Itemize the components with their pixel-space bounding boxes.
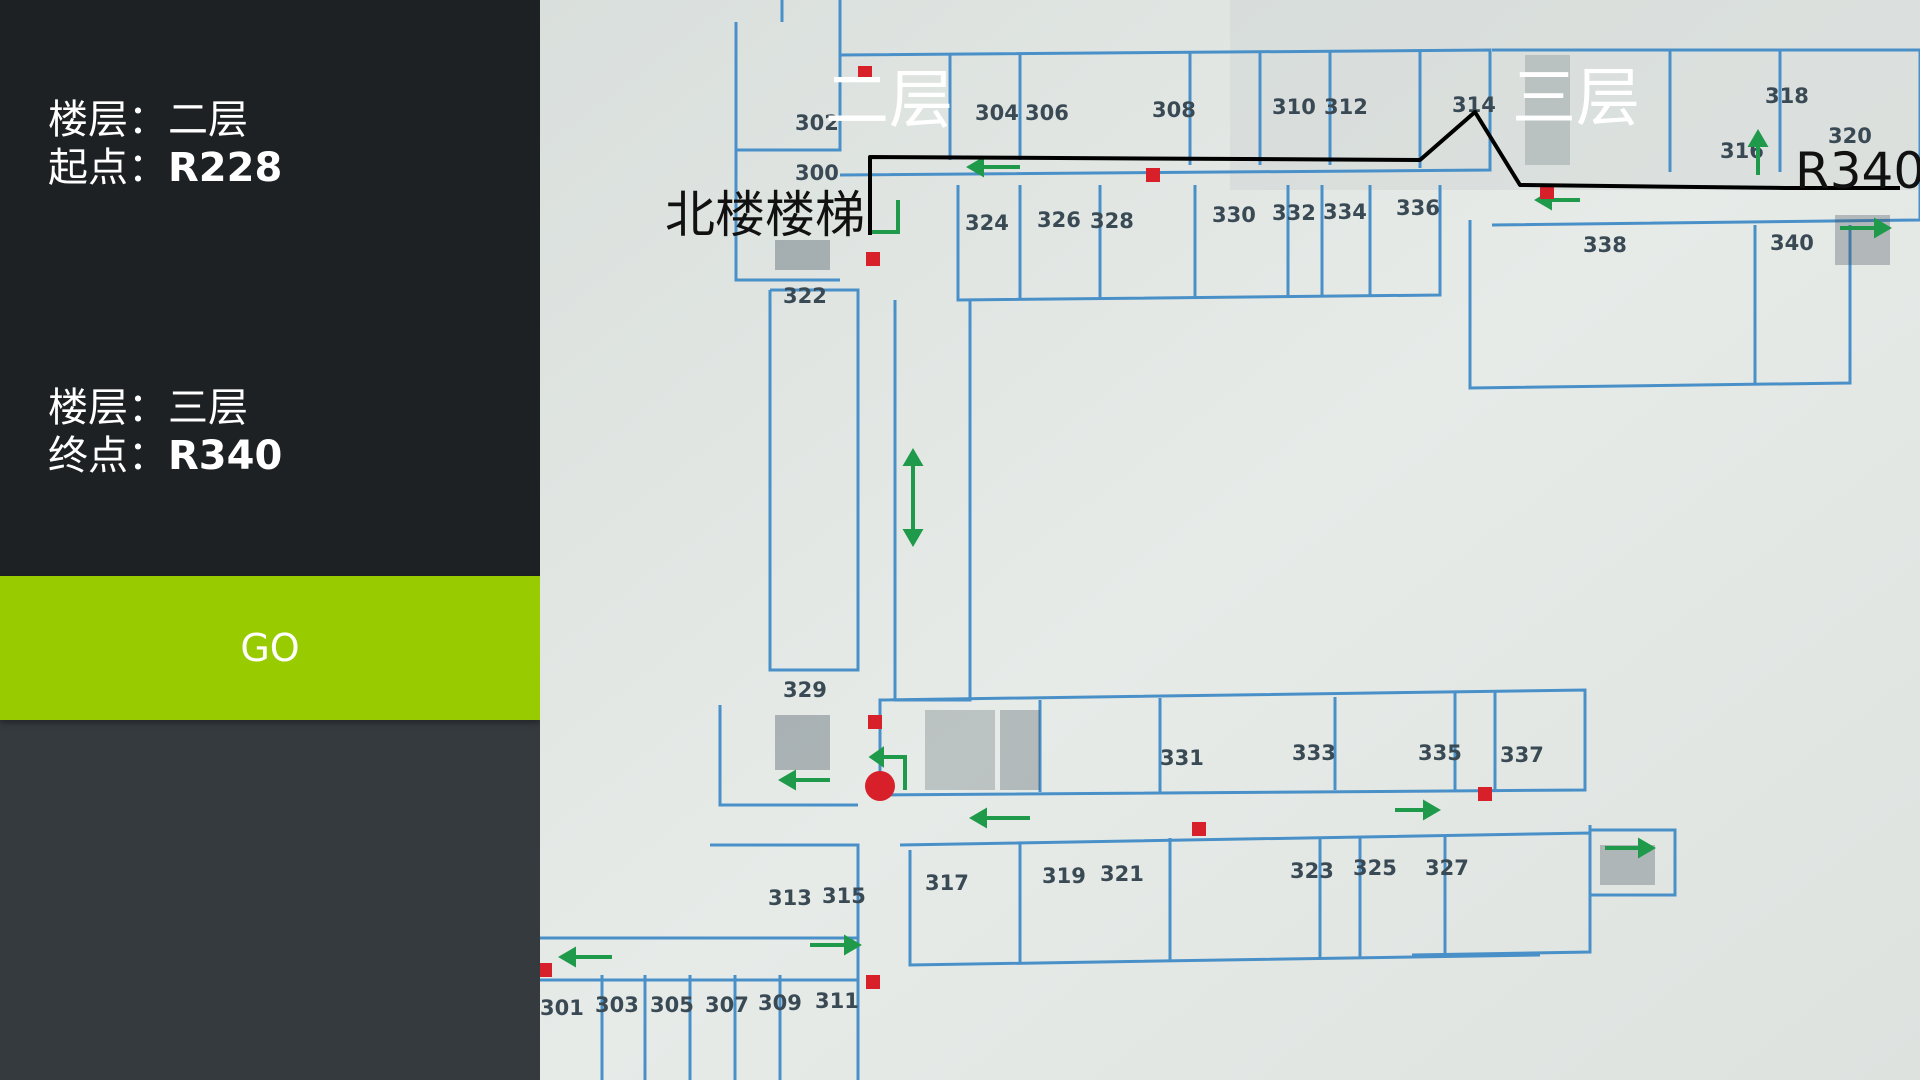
room-label: 324 — [965, 211, 1009, 235]
start-point-label: 起点： — [48, 145, 168, 191]
start-info-panel: 楼层：二层 起点：R228 — [0, 0, 540, 288]
floor-from-label: 二层 — [825, 64, 953, 138]
room-label: 301 — [540, 996, 584, 1020]
room-label: 333 — [1292, 741, 1336, 765]
room-label: 304 — [975, 101, 1019, 125]
room-label: 332 — [1272, 201, 1316, 225]
room-label: 300 — [795, 161, 839, 185]
start-floor-label: 楼层： — [48, 97, 168, 143]
room-label: 303 — [595, 993, 639, 1017]
room-label: 321 — [1100, 862, 1144, 886]
room-label: 331 — [1160, 746, 1204, 770]
current-location-marker — [865, 771, 895, 801]
start-point-row: 起点：R228 — [48, 144, 282, 192]
room-label: 313 — [768, 886, 812, 910]
room-label: 308 — [1152, 98, 1196, 122]
room-label: 328 — [1090, 209, 1134, 233]
room-label: 311 — [815, 989, 859, 1013]
room-label: 322 — [783, 284, 827, 308]
room-label: 326 — [1037, 208, 1081, 232]
room-label: 329 — [783, 678, 827, 702]
room-label: 338 — [1583, 233, 1627, 257]
start-floor-row: 楼层：二层 — [48, 96, 248, 144]
floor-plan-svg: 302 300 304 306 308 310 312 314 318 320 … — [540, 0, 1920, 1080]
room-label: 334 — [1323, 200, 1367, 224]
end-point-value: R340 — [168, 433, 283, 479]
stair-label: 北楼楼梯 — [665, 186, 865, 244]
room-label: 327 — [1425, 856, 1469, 880]
room-label: 315 — [822, 884, 866, 908]
end-point-row: 终点：R340 — [48, 432, 282, 480]
room-label: 309 — [758, 991, 802, 1015]
end-point-label: 终点： — [48, 433, 168, 479]
end-floor-value: 三层 — [168, 385, 248, 431]
end-floor-label: 楼层： — [48, 385, 168, 431]
floor-to-label: 三层 — [1512, 62, 1640, 136]
room-label: 312 — [1324, 95, 1368, 119]
room-label: 337 — [1500, 743, 1544, 767]
room-label: 340 — [1770, 231, 1814, 255]
room-label: 306 — [1025, 101, 1069, 125]
room-label: 307 — [705, 993, 749, 1017]
start-floor-value: 二层 — [168, 97, 248, 143]
room-label: 325 — [1353, 856, 1397, 880]
floor-plan-camera-view[interactable]: 302 300 304 306 308 310 312 314 318 320 … — [540, 0, 1920, 1080]
end-info-panel: 楼层：三层 终点：R340 — [0, 288, 540, 576]
start-point-value: R228 — [168, 145, 283, 191]
side-panel: 楼层：二层 起点：R228 楼层：三层 终点：R340 GO — [0, 0, 540, 1080]
room-label: 330 — [1212, 203, 1256, 227]
end-floor-row: 楼层：三层 — [48, 384, 248, 432]
room-label: 310 — [1272, 95, 1316, 119]
room-label: 319 — [1042, 864, 1086, 888]
room-label: 323 — [1290, 859, 1334, 883]
destination-label: R340 — [1795, 142, 1920, 200]
room-label: 317 — [925, 871, 969, 895]
room-label: 318 — [1765, 84, 1809, 108]
room-label: 335 — [1418, 741, 1462, 765]
go-button[interactable]: GO — [0, 576, 540, 720]
room-label: 305 — [650, 993, 694, 1017]
room-label: 336 — [1396, 196, 1440, 220]
